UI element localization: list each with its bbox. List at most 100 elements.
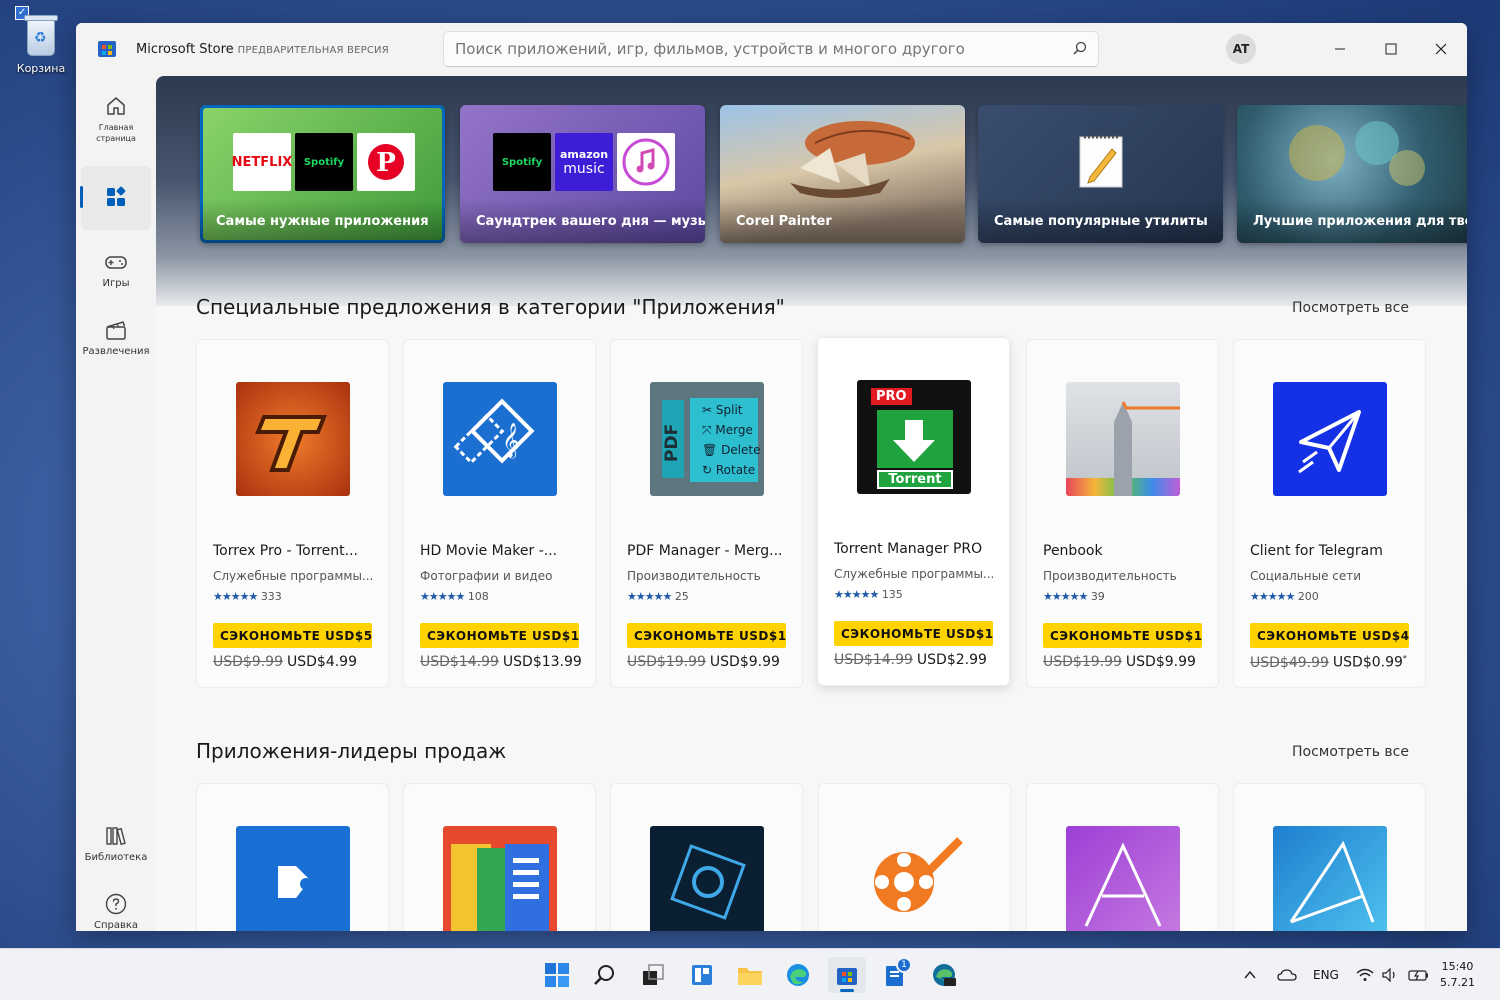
app-category: Служебные программы... — [213, 569, 374, 583]
app-card[interactable]: PDF ✂ Split ⤧ Merge 🗑 Delete ↻ Rotate PD… — [610, 339, 803, 688]
help-icon — [105, 893, 127, 915]
app-price: USD$14.99 USD$2.99 — [834, 652, 987, 668]
app-card[interactable]: Penbook Производительность ★★★★★ 39 СЭКО… — [1026, 339, 1219, 688]
active-indicator — [80, 186, 83, 208]
app-name: Torrex Pro - Torrent... — [213, 543, 358, 559]
search-icon[interactable] — [1072, 41, 1088, 57]
folder-icon — [738, 968, 762, 985]
edge-dev-button[interactable] — [925, 957, 963, 993]
hero-card-corel-painter[interactable]: Corel Painter — [720, 105, 965, 243]
svg-text:P: P — [376, 148, 396, 178]
battery-button[interactable] — [1408, 949, 1430, 1000]
music-logo: music — [563, 161, 605, 177]
app-name: Torrent Manager PRO — [834, 541, 983, 557]
store-window: Microsoft StoreПРЕДВАРИТЕЛЬНАЯ ВЕРСИЯ AT… — [76, 23, 1467, 931]
app-name: PDF Manager - Merg... — [627, 543, 783, 559]
battery-charging-icon — [1408, 970, 1428, 981]
onedrive-button[interactable] — [1277, 949, 1297, 1000]
offers-row: Torrex Pro - Torrent... Служебные програ… — [196, 337, 1436, 699]
app-card[interactable]: PRO Torrent Torrent Manager PRO Служебны… — [817, 337, 1010, 686]
clock-time: 15:40 — [1441, 960, 1474, 973]
app-rating: ★★★★★ 200 — [1250, 590, 1319, 603]
app-card[interactable]: Torrex Pro - Torrent... Служебные програ… — [196, 339, 389, 688]
sidebar-item-home[interactable]: Главная страница — [81, 90, 151, 148]
start-button[interactable] — [538, 957, 576, 993]
app-card[interactable] — [196, 783, 389, 931]
app-card[interactable] — [1026, 783, 1219, 931]
sidebar-item-games[interactable]: Игры — [81, 246, 151, 302]
sidebar-item-label: Главная страница — [96, 123, 136, 143]
film-editor-app-icon — [858, 826, 972, 931]
app-price: USD$9.99 USD$4.99 — [213, 654, 357, 670]
spotify-logo: Spotify — [493, 133, 551, 191]
app-rating: ★★★★★ 39 — [1043, 590, 1105, 603]
wifi-icon — [1356, 968, 1374, 981]
title-bar: Microsoft StoreПРЕДВАРИТЕЛЬНАЯ ВЕРСИЯ AT — [76, 23, 1467, 76]
minimize-button[interactable] — [1323, 32, 1357, 66]
sidebar: Главная страница Игры Развлечения Библио… — [76, 76, 156, 931]
hero-banner: NETFLIX Spotify P Самые нужные приложени… — [156, 76, 1467, 306]
sidebar-item-library[interactable]: Библиотека — [81, 820, 151, 876]
paint-splash-illustration-icon — [1289, 121, 1425, 186]
affinity-photo-app-icon — [1066, 826, 1180, 931]
hero-card-essential-apps[interactable]: NETFLIX Spotify P Самые нужные приложени… — [200, 105, 445, 243]
main-content: NETFLIX Spotify P Самые нужные приложени… — [156, 76, 1467, 931]
hero-card-caption: Самые нужные приложения — [200, 199, 445, 243]
app-card[interactable]: Client for Telegram Социальные сети ★★★★… — [1233, 339, 1426, 688]
task-view-button[interactable] — [634, 957, 672, 993]
minimize-icon — [1335, 48, 1345, 50]
sidebar-item-label: Справка — [93, 920, 139, 931]
maximize-button[interactable] — [1374, 32, 1408, 66]
show-hidden-icons-button[interactable] — [1243, 949, 1257, 1000]
microsoft-store-taskbar-button[interactable] — [828, 957, 866, 993]
taskbar: 1 ENG 15:40 5.7.21 — [0, 948, 1500, 1000]
clock-date: 5.7.21 — [1440, 976, 1475, 989]
torrex-app-icon — [236, 382, 350, 496]
close-button[interactable] — [1424, 32, 1458, 66]
hero-card-soundtrack[interactable]: Spotify amazon music Саундтрек вашего дня… — [460, 105, 705, 243]
app-card[interactable] — [1233, 783, 1426, 931]
language-indicator[interactable]: ENG — [1313, 949, 1339, 1000]
discount-badge: СЭКОНОМЬТЕ USD$49.00 — [1250, 623, 1409, 648]
rating-stars-icon: ★★★★★ — [420, 590, 465, 603]
widgets-icon — [692, 965, 712, 985]
netflix-logo: NETFLIX — [232, 133, 292, 191]
video-editor-app-icon — [236, 826, 350, 931]
app-price: USD$19.99 USD$9.99 — [1043, 654, 1196, 670]
app-price: USD$14.99 USD$13.99 — [420, 654, 582, 670]
desktop-icon-recycle-bin[interactable]: ✓ ♻ Корзина — [8, 6, 74, 75]
app-name: HD Movie Maker -... — [420, 543, 558, 559]
app-category: Производительность — [1043, 569, 1177, 583]
hero-card-popular-utilities[interactable]: Самые популярные утилиты — [978, 105, 1223, 243]
app-price: USD$49.99 USD$0.99* — [1250, 654, 1407, 671]
taskbar-search-button[interactable] — [586, 957, 624, 993]
app-card[interactable]: 𝄞 HD Movie Maker -... Фотографии и видео… — [403, 339, 596, 688]
app-card[interactable] — [610, 783, 803, 931]
app-card[interactable] — [403, 783, 596, 931]
app-rating: ★★★★★ 108 — [420, 590, 489, 603]
hero-card-creative-apps[interactable]: Лучшие приложения для твор... — [1237, 105, 1467, 243]
close-icon — [1435, 43, 1447, 55]
file-explorer-button[interactable] — [731, 957, 769, 993]
task-view-icon — [643, 964, 664, 985]
see-all-link-special-offers[interactable]: Посмотреть все — [1292, 300, 1409, 316]
sidebar-item-entertainment[interactable]: Развлечения — [81, 314, 151, 370]
search-input[interactable] — [443, 31, 1099, 67]
clock[interactable]: 15:40 5.7.21 — [1440, 959, 1475, 991]
wifi-button[interactable] — [1356, 949, 1374, 1000]
edge-button[interactable] — [779, 957, 817, 993]
sidebar-item-help[interactable]: Справка — [81, 888, 151, 931]
app-category: Социальные сети — [1250, 569, 1362, 583]
sidebar-item-label: Библиотека — [84, 852, 148, 863]
pdf-manager-app-icon: PDF ✂ Split ⤧ Merge 🗑 Delete ↻ Rotate — [650, 382, 764, 496]
avatar[interactable]: AT — [1226, 34, 1256, 64]
mail-button[interactable]: 1 — [877, 957, 915, 993]
see-all-link-top-sellers[interactable]: Посмотреть все — [1292, 744, 1409, 760]
store-icon — [837, 968, 857, 985]
volume-button[interactable] — [1382, 949, 1398, 1000]
app-card[interactable] — [818, 783, 1011, 931]
sidebar-item-apps[interactable] — [80, 166, 151, 230]
library-icon — [106, 827, 126, 846]
torrent-label: Torrent — [877, 470, 953, 489]
widgets-button[interactable] — [683, 957, 721, 993]
